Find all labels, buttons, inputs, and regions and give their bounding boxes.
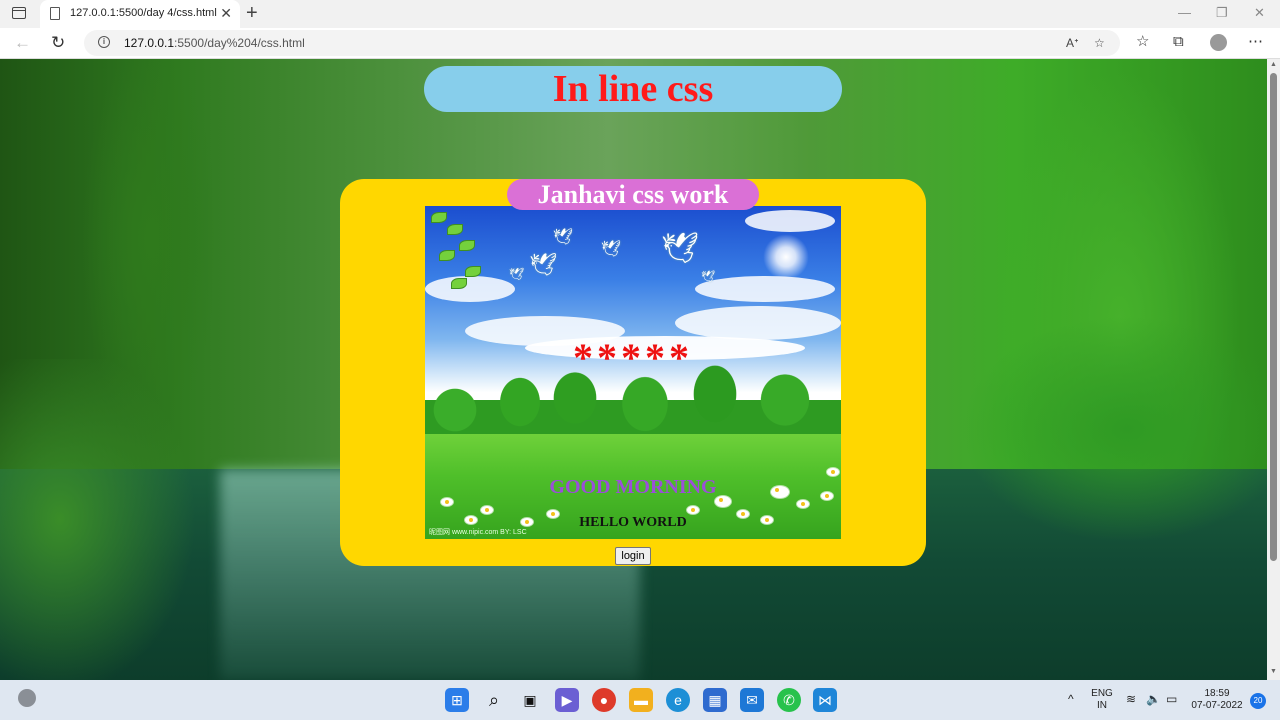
search-icon[interactable]: ⌕ <box>482 688 506 712</box>
tab-actions-icon[interactable] <box>12 7 26 19</box>
scroll-down-icon[interactable]: ▼ <box>1270 668 1277 675</box>
star-rating-text: ***** <box>573 335 693 380</box>
battery-icon[interactable]: ▭ <box>1166 693 1177 705</box>
read-aloud-icon[interactable]: Aᐩ <box>1066 36 1079 50</box>
dove-icon: 🕊 <box>529 252 557 277</box>
restore-button[interactable]: ❐ <box>1216 5 1228 21</box>
store-icon[interactable]: ▦ <box>703 688 727 712</box>
language-label: ENG <box>1091 688 1113 699</box>
favorites-icon[interactable]: ☆ <box>1136 33 1149 51</box>
scrollbar-thumb[interactable] <box>1270 73 1277 561</box>
cloud <box>745 210 835 232</box>
region-label: IN <box>1097 700 1107 711</box>
page-document-icon <box>50 7 60 20</box>
site-info-icon[interactable]: i <box>98 36 110 48</box>
leaf <box>439 250 455 261</box>
wifi-icon[interactable]: ≋ <box>1126 693 1136 705</box>
vertical-scrollbar[interactable]: ▲ ▼ <box>1267 59 1280 680</box>
mail-icon[interactable]: ✉ <box>740 688 764 712</box>
leaf <box>459 240 475 251</box>
hello-text: HELLO WORLD <box>579 515 687 530</box>
collections-icon[interactable]: ⧉ <box>1173 33 1184 51</box>
leaf <box>465 266 481 277</box>
edge-icon[interactable]: e <box>666 688 690 712</box>
daisy <box>797 500 809 508</box>
scroll-up-icon[interactable]: ▲ <box>1270 61 1277 68</box>
daisy <box>481 506 493 514</box>
clock-time: 18:59 <box>1204 688 1230 699</box>
minimize-button[interactable]: — <box>1178 5 1191 20</box>
tray-overflow-icon[interactable]: ^ <box>1068 693 1074 705</box>
url-field[interactable]: i 127.0.0.1:5500/day%204/css.html Aᐩ ☆ <box>84 30 1120 56</box>
login-button[interactable]: login <box>615 547 651 565</box>
notification-badge[interactable]: 20 <box>1250 693 1266 709</box>
taskbar: ⊞ ⌕ ▣ ▶ ● ▬ e ▦ ✉ ✆ ⋈ ^ ENG IN ≋ 🔈 ▭ 18:… <box>0 680 1280 720</box>
chat-icon[interactable]: ▶ <box>555 688 579 712</box>
close-window-button[interactable]: ✕ <box>1254 5 1265 21</box>
whatsapp-icon[interactable]: ✆ <box>777 688 801 712</box>
leaf <box>451 278 467 289</box>
sun-glow <box>763 234 809 280</box>
profile-avatar[interactable] <box>1210 34 1227 51</box>
cloud <box>695 276 835 302</box>
language-indicator[interactable]: ENG IN <box>1090 688 1114 712</box>
leaf <box>431 212 447 223</box>
new-tab-button[interactable]: + <box>246 3 258 23</box>
browser-tab[interactable]: 127.0.0.1:5500/day 4/css.html ✕ <box>40 0 240 28</box>
widgets-icon[interactable] <box>18 689 36 707</box>
url-text[interactable]: 127.0.0.1:5500/day%204/css.html <box>124 36 305 50</box>
dove-icon: 🕊 <box>601 241 622 258</box>
reload-icon[interactable]: ↻ <box>51 32 65 54</box>
dove-icon: 🕊 <box>509 267 525 281</box>
more-options-icon[interactable]: ⋯ <box>1248 33 1263 51</box>
tab-title: 127.0.0.1:5500/day 4/css.html <box>70 7 217 19</box>
chrome-icon[interactable]: ● <box>592 688 616 712</box>
clock-date: 07-07-2022 <box>1191 700 1243 711</box>
add-favorite-icon[interactable]: ☆ <box>1094 36 1105 50</box>
vscode-icon[interactable]: ⋈ <box>813 688 837 712</box>
card-title: Janhavi css work <box>507 179 759 210</box>
daisy <box>687 506 699 514</box>
page-heading: In line css <box>424 66 842 112</box>
browser-tab-strip: 127.0.0.1:5500/day 4/css.html ✕ + — ❐ ✕ <box>0 0 1280 28</box>
background-foliage-left <box>0 359 260 680</box>
greeting-text: GOOD MORNING <box>549 476 717 498</box>
back-arrow-icon[interactable]: ← <box>14 32 31 54</box>
leaf <box>447 224 463 235</box>
cloud <box>675 306 841 340</box>
dove-icon: 🕊 <box>661 232 700 265</box>
file-explorer-icon[interactable]: ▬ <box>629 688 653 712</box>
dove-icon: 🕊 <box>553 229 574 246</box>
background-foliage-right <box>907 309 1267 569</box>
dove-icon: 🕊 <box>701 271 715 283</box>
start-icon[interactable]: ⊞ <box>445 688 469 712</box>
task-view-icon[interactable]: ▣ <box>518 688 542 712</box>
address-bar-row: ← ↻ i 127.0.0.1:5500/day%204/css.html Aᐩ… <box>0 28 1280 59</box>
volume-icon[interactable]: 🔈 <box>1146 693 1161 705</box>
daisy <box>441 498 453 506</box>
clock[interactable]: 18:59 07-07-2022 <box>1186 688 1248 712</box>
tab-close-icon[interactable]: ✕ <box>220 5 232 21</box>
cloud <box>425 276 515 302</box>
